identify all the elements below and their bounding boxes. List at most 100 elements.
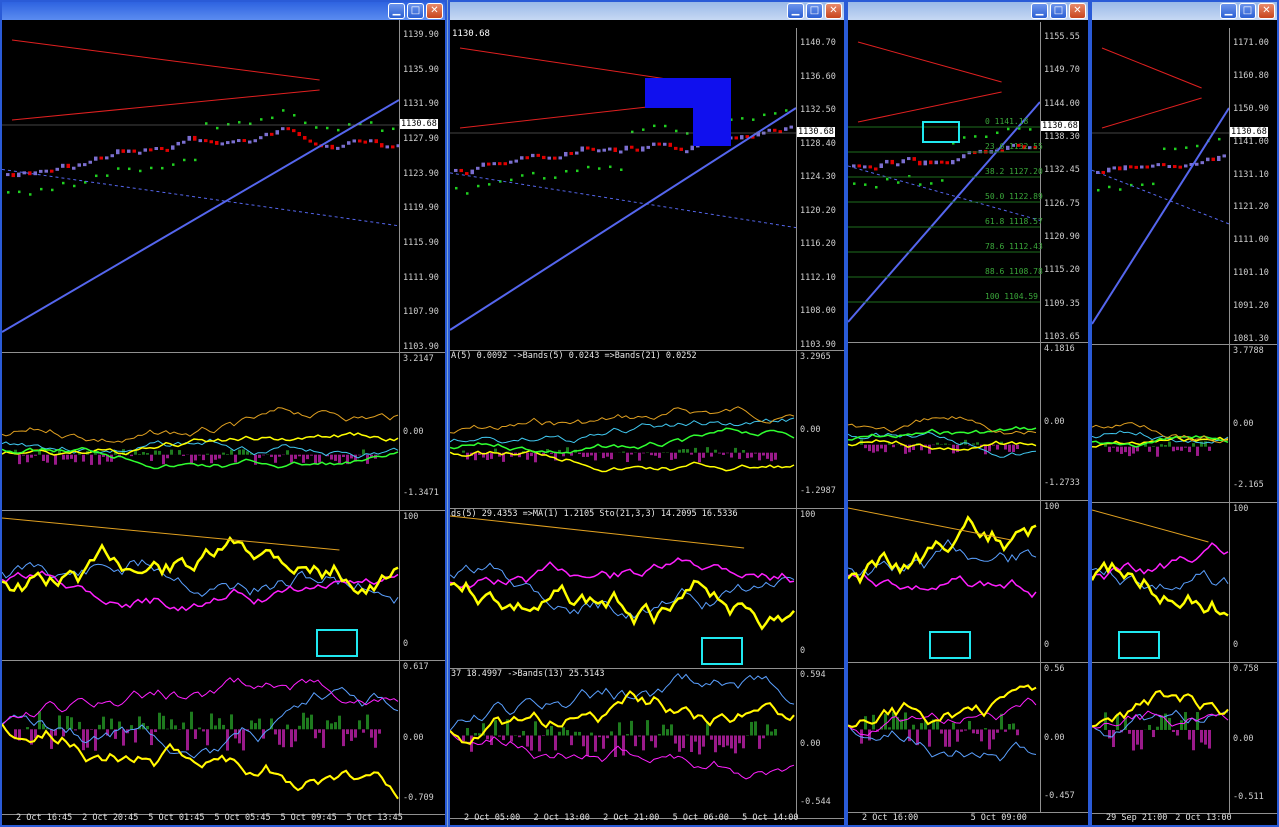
macd-pane[interactable]: 3.2147 0.00 -1.3471 [2,352,445,511]
histogram-bar [186,729,189,751]
histogram-bar [334,454,337,461]
maximize-button[interactable]: □ [1050,3,1067,19]
candle [896,163,900,167]
histogram-bar [594,452,597,461]
psar-dot [510,178,513,182]
window-titlebar[interactable]: ▁ □ ✕ [848,2,1088,20]
candle [385,145,389,149]
histogram-bar [1160,444,1163,447]
candle [127,149,131,153]
close-button[interactable]: ✕ [825,3,842,19]
window-titlebar[interactable]: ▁ □ ✕ [1092,2,1277,20]
oscillator-pane[interactable]: 0.594 0.00 -0.544 37 18.4997 ->Bands(13) 25… [450,668,844,819]
close-button[interactable]: ✕ [1069,3,1086,19]
chart-area[interactable]: 1171.00 1160.80 1150.90 1141.00 1131.10 1121.… [1092,28,1277,825]
histogram-bar [218,718,221,730]
maximize-button[interactable]: □ [806,3,823,19]
histogram-bar [154,450,157,455]
histogram-bar [948,729,951,747]
macd-pane[interactable]: 3.7788 0.00 -2.165 [1092,344,1277,503]
histogram-bar [462,450,465,453]
window-titlebar[interactable]: ▁ □ ✕ [2,2,445,20]
histogram-bar [310,714,313,730]
histogram-bar [1168,441,1171,447]
stochastic-pane[interactable]: 100 0 [2,510,445,661]
histogram-bar [972,729,975,734]
histogram-bar [490,452,493,459]
histogram-bar [526,735,529,747]
price-axis: 100 0 [796,508,843,668]
candle [514,159,518,163]
chart-window-1[interactable]: ▁ □ ✕ 1139.90 1135.90 1131.90 1127.90 1123.9… [0,0,447,827]
histogram-bar [694,447,697,453]
histogram-bar [774,729,777,736]
chart-window-4[interactable]: ▁ □ ✕ 1171.00 1160.80 1150.90 1141.00 1131.1… [1090,0,1279,827]
price-tick: 1111.90 [403,272,439,283]
histogram-bar [1136,729,1139,745]
close-button[interactable]: ✕ [426,3,443,19]
histogram-bar [770,731,773,736]
candle [330,144,334,150]
histogram-bar [976,442,979,445]
current-price-label: 1130.68 [797,127,835,137]
candle [459,168,463,173]
histogram-bar [714,449,717,453]
histogram-bar [242,729,245,751]
minimize-button[interactable]: ▁ [388,3,405,19]
candle [740,135,744,140]
histogram-bar [928,729,931,747]
histogram-bar [618,722,621,736]
psar-dot [62,181,65,185]
window-titlebar[interactable]: ▁ □ ✕ [450,2,844,20]
chart-window-3[interactable]: ▁ □ ✕ 1155.55 1149.70 1144.00 1138.30 1132.4… [846,0,1090,827]
oscillator-pane[interactable]: 0.758 0.00 -0.511 [1092,662,1277,814]
price-pane[interactable]: 1140.70 1136.60 1132.50 1128.40 1124.30 1120.… [450,28,844,351]
candle [33,171,37,176]
minimize-button[interactable]: ▁ [787,3,804,19]
stochastic-pane[interactable]: 100 0 [848,500,1088,663]
histogram-bar [610,452,613,460]
minimize-button[interactable]: ▁ [1031,3,1048,19]
oscillator-pane[interactable]: 0.617 0.00 -0.709 [2,660,445,815]
candle [209,140,213,144]
histogram-bar [534,721,537,736]
histogram-bar [952,722,955,730]
stochastic-pane[interactable]: 100 0 [1092,502,1277,663]
oscillator-pane[interactable]: 0.56 0.00 -0.457 [848,662,1088,813]
close-button[interactable]: ✕ [1258,3,1275,19]
histogram-bar [198,727,201,730]
chart-area[interactable]: 1139.90 1135.90 1131.90 1127.90 1123.90 1119.… [2,20,445,825]
indicator-line [1092,560,1229,617]
histogram-bar [598,735,601,738]
histogram-bar [366,714,369,730]
macd-pane[interactable]: 3.2965 0.00 -1.2987 A(5) 0.0092 ->Bands(5) … [450,350,844,509]
stochastic-pane-plot [848,507,1037,659]
price-pane[interactable]: 1155.55 1149.70 1144.00 1138.30 1132.45 1126.… [848,22,1088,343]
maximize-button[interactable]: □ [1239,3,1256,19]
histogram-bar [1004,729,1007,732]
channel-line [1101,97,1202,129]
histogram-bar [956,444,959,453]
histogram-bar [218,454,221,459]
histogram-bar [614,735,617,757]
psar-dot [941,179,944,182]
minimize-button[interactable]: ▁ [1220,3,1237,19]
indicator-tick: 0 [1233,640,1239,651]
candle [470,169,474,175]
macd-pane[interactable]: 4.1816 0.00 -1.2733 [848,342,1088,501]
histogram-bar [78,721,81,730]
candle [597,149,601,153]
price-pane[interactable]: 1171.00 1160.80 1150.90 1141.00 1131.10 1121.… [1092,28,1277,345]
candle [624,145,628,151]
chart-area[interactable]: 1155.55 1149.70 1144.00 1138.30 1132.45 1126.… [848,22,1088,825]
chart-area[interactable]: 1140.70 1136.60 1132.50 1128.40 1124.30 1120.… [450,28,844,825]
histogram-bar [964,729,967,731]
maximize-button[interactable]: □ [407,3,424,19]
histogram-bar [678,449,681,453]
stochastic-pane[interactable]: 100 0 ds(5) 29.4353 =>MA(1) 1.2105 Sto(21,… [450,508,844,669]
chart-window-2[interactable]: ▁ □ ✕ 1140.70 1136.60 1132.50 1128.40 1124.3… [448,0,846,827]
histogram-bar [578,731,581,736]
histogram-bar [370,729,373,738]
psar-dot [521,174,524,177]
price-pane[interactable]: 1139.90 1135.90 1131.90 1127.90 1123.90 1119.… [2,20,445,353]
